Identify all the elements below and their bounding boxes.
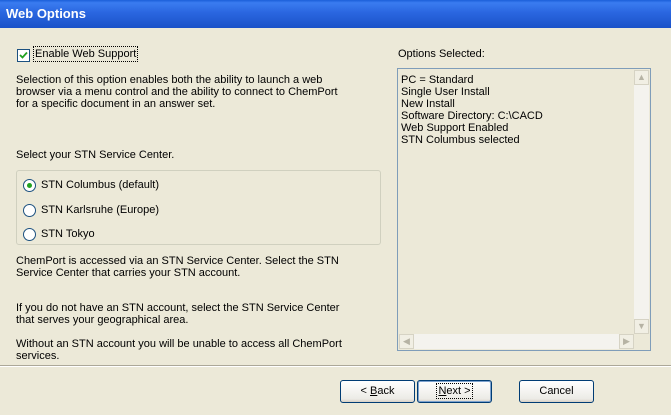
description-text: Selection of this option enables both th… [16,74,338,110]
service-center-prompt: Select your STN Service Center. [16,149,175,161]
horizontal-scrollbar[interactable]: ◀ ▶ [399,334,634,349]
radio-stn-tokyo[interactable] [23,228,36,241]
back-button[interactable]: < Back [340,380,415,403]
info-text-3: Without an STN account you will be unabl… [16,338,342,362]
list-item: Web Support Enabled [401,122,509,134]
scroll-right-icon[interactable]: ▶ [619,334,634,349]
list-item: PC = Standard [401,74,474,86]
radio-stn-columbus[interactable] [23,179,36,192]
button-separator [0,365,671,367]
info-text-1: ChemPort is accessed via an STN Service … [16,255,339,279]
list-item: STN Columbus selected [401,134,520,146]
options-selected-list[interactable]: PC = Standard Single User Install New In… [397,68,651,351]
list-item: Single User Install [401,86,490,98]
cancel-button[interactable]: Cancel [519,380,594,403]
next-button[interactable]: Next > [417,380,492,403]
radio-label-stn-tokyo[interactable]: STN Tokyo [41,228,95,240]
scroll-up-icon[interactable]: ▲ [634,70,649,85]
window-title: Web Options [6,6,86,21]
radio-label-stn-karlsruhe[interactable]: STN Karlsruhe (Europe) [41,204,159,216]
enable-web-support-checkbox[interactable] [17,49,30,62]
options-selected-label: Options Selected: [398,48,485,60]
list-item: New Install [401,98,455,110]
checkmark-icon [19,51,28,59]
scrollbar-corner [634,334,649,349]
info-text-2: If you do not have an STN account, selec… [16,302,340,326]
radio-stn-karlsruhe[interactable] [23,204,36,217]
scroll-left-icon[interactable]: ◀ [399,334,414,349]
radio-label-stn-columbus[interactable]: STN Columbus (default) [41,179,159,191]
scroll-down-icon[interactable]: ▼ [634,319,649,334]
vertical-scrollbar[interactable]: ▲ ▼ [634,70,649,334]
enable-web-support-label[interactable]: Enable Web Support [32,46,139,62]
list-item: Software Directory: C:\CACD [401,110,543,122]
title-bar: Web Options [0,0,671,28]
